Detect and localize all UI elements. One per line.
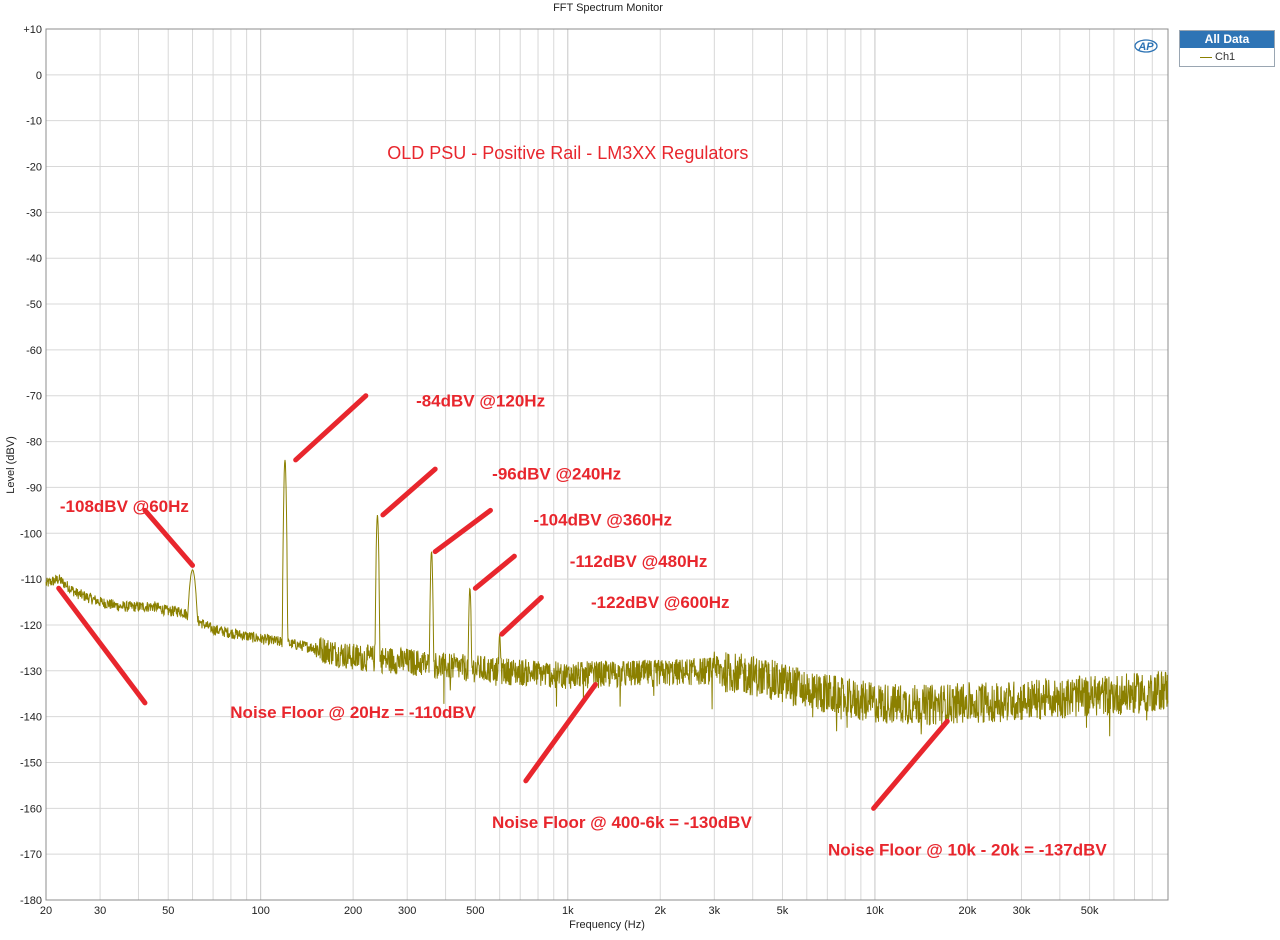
x-tick-label: 20 [40,905,52,917]
legend-header[interactable]: All Data [1180,31,1274,48]
y-tick-label: -130 [20,666,42,678]
y-axis-label: Level (dBV) [5,436,17,493]
window-title: FFT Spectrum Monitor [553,2,663,14]
annotation-pointer [293,393,369,463]
y-tick-label: -100 [20,528,42,540]
x-tick-label: 50 [162,905,174,917]
legend-item-ch1[interactable]: Ch1 [1180,48,1274,66]
ap-logo-text: AP [1137,41,1154,53]
y-tick-label: -80 [26,437,42,449]
x-tick-label: 30 [94,905,106,917]
y-tick-label: -20 [26,162,42,174]
annotation-pointer [871,718,950,811]
annotation-label: -122dBV @600Hz [591,593,729,612]
y-tick-label: -140 [20,712,42,724]
annotation-pointer [380,466,438,518]
x-tick-label: 3k [709,905,721,917]
x-tick-label: 30k [1013,905,1031,917]
chart-subtitle: OLD PSU - Positive Rail - LM3XX Regulato… [387,143,748,163]
x-tick-label: 2k [654,905,666,917]
x-axis-label: Frequency (Hz) [569,919,645,931]
annotation-label: Noise Floor @ 400-6k = -130dBV [492,813,753,832]
x-tick-label: 100 [251,905,269,917]
y-tick-label: -120 [20,620,42,632]
annotation-pointer [472,553,517,591]
legend-panel: All Data Ch1 [1179,30,1275,67]
y-tick-label: -10 [26,116,42,128]
x-tick-label: 5k [777,905,789,917]
y-tick-label: -50 [26,299,42,311]
annotation-label: -96dBV @240Hz [492,465,621,484]
fft-spectrum-chart: FFT Spectrum Monitor +10 0 -10 -20 -30 -40 -50… [0,0,1280,935]
annotation-pointer [142,507,196,568]
legend-item-label: Ch1 [1215,51,1236,63]
y-tick-label: -160 [20,803,42,815]
y-tick-label: 0 [36,70,42,82]
annotation-label: Noise Floor @ 10k - 20k = -137dBV [828,841,1107,860]
y-tick-label: -40 [26,253,42,265]
y-tick-label: -180 [20,895,42,907]
annotation-layer: OLD PSU - Positive Rail - LM3XX Regulato… [56,143,1107,860]
y-tick-label: -170 [20,849,42,861]
y-tick-labels: +10 0 -10 -20 -30 -40 -50 -60 -70 -80 -90 -100 -110 -… [20,24,42,907]
x-tick-label: 500 [466,905,484,917]
y-tick-label: -60 [26,345,42,357]
x-tick-label: 300 [398,905,416,917]
annotation-pointer [499,594,544,637]
annotation-label: -84dBV @120Hz [416,391,545,410]
x-tick-label: 200 [344,905,362,917]
y-tick-label: -30 [26,207,42,219]
x-tick-labels: 20 30 50 100 200 300 500 1k 2k 3k 5k 10k 20k 30k 50k [40,905,1099,917]
annotation-label: -108dBV @60Hz [60,497,189,516]
legend-swatch [1200,56,1212,58]
y-tick-label: -90 [26,482,42,494]
x-tick-label: 1k [562,905,574,917]
annotation-label: -104dBV @360Hz [534,511,672,530]
x-tick-label: 10k [866,905,884,917]
x-tick-label: 20k [959,905,977,917]
annotation-label: Noise Floor @ 20Hz = -110dBV [230,703,476,722]
y-tick-label: -150 [20,757,42,769]
y-tick-label: -70 [26,391,42,403]
y-tick-label: -110 [21,574,42,586]
annotation-pointer [523,682,598,784]
annotation-pointer [432,507,493,555]
y-tick-label: +10 [23,24,42,36]
x-tick-label: 50k [1081,905,1099,917]
ap-logo-icon: AP [1134,39,1158,53]
annotation-label: -112dBV @480Hz [570,552,708,571]
chart-svg: FFT Spectrum Monitor +10 0 -10 -20 -30 -40 -50… [5,2,1169,931]
